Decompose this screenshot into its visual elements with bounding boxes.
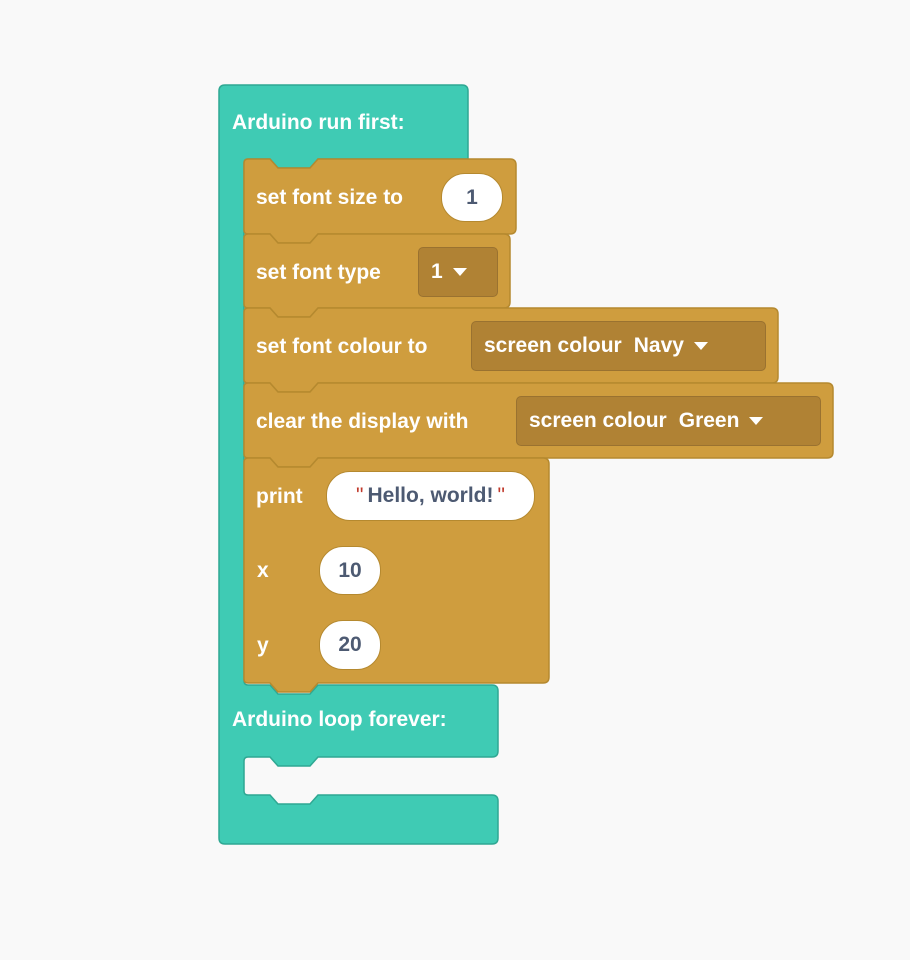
dropdown-arrow-icon [749, 417, 764, 425]
print-x-label: x [257, 559, 269, 582]
dropdown-arrow-icon [693, 342, 708, 350]
font-type-dropdown[interactable]: 1 [418, 247, 498, 297]
font-size-value: 1 [466, 185, 478, 209]
clear-display-label: clear the display with [256, 410, 469, 433]
print-y-value: 20 [338, 633, 362, 656]
loop-forever-label: Arduino loop forever: [232, 708, 447, 731]
close-quote: " [497, 484, 505, 507]
display-colour-prefix: screen colour [529, 409, 667, 432]
print-text-value: Hello, world! [367, 484, 494, 507]
font-colour-value: Navy [633, 334, 684, 357]
display-colour-value: Green [678, 409, 740, 432]
font-size-input[interactable]: 1 [441, 173, 503, 222]
print-text-input[interactable]: " Hello, world! " [326, 471, 535, 521]
print-x-input[interactable]: 10 [319, 546, 381, 595]
open-quote: " [356, 484, 364, 507]
run-first-label: Arduino run first: [232, 111, 405, 134]
print-x-value: 10 [338, 558, 362, 582]
dropdown-arrow-icon [452, 268, 467, 276]
font-colour-dropdown[interactable]: screen colour Navy [471, 321, 766, 371]
font-type-value: 1 [431, 260, 443, 283]
set-font-size-label: set font size to [256, 186, 404, 209]
blocks-workspace[interactable]: Arduino run first: Arduino loop forever:… [0, 0, 910, 960]
print-y-input[interactable]: 20 [319, 620, 381, 670]
set-font-colour-label: set font colour to [256, 335, 428, 358]
print-y-label: y [257, 634, 269, 657]
loop-forever-empty-slot[interactable] [244, 757, 498, 795]
print-label: print [256, 485, 303, 508]
font-colour-prefix: screen colour [484, 334, 622, 357]
display-colour-dropdown[interactable]: screen colour Green [516, 396, 821, 446]
set-font-type-label: set font type [256, 261, 381, 284]
